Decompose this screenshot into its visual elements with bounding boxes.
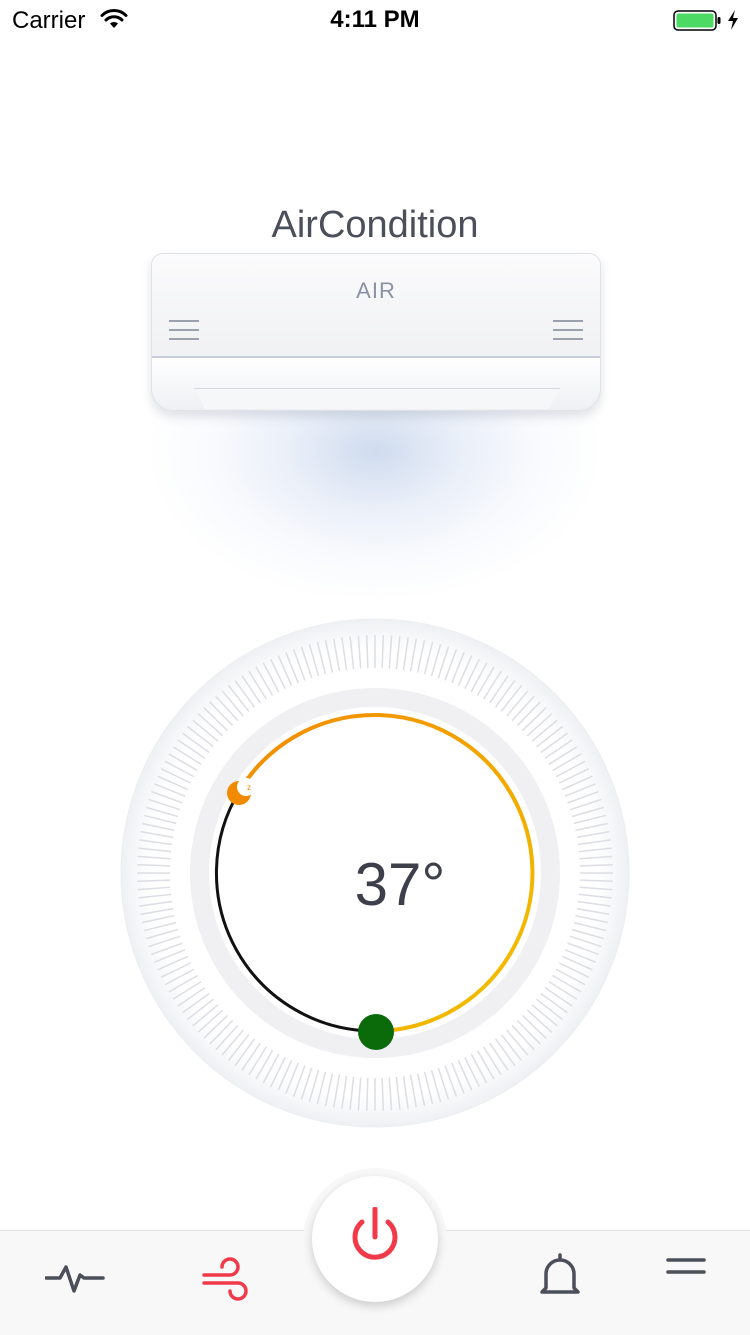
power-icon (352, 1207, 398, 1260)
power-button[interactable] (312, 1176, 438, 1302)
clock: 4:11 PM (330, 6, 420, 33)
temperature-readout: 37° (354, 851, 446, 918)
tab-menu-icon[interactable] (656, 1250, 716, 1310)
dial-knob[interactable] (358, 1014, 394, 1050)
tab-wind-icon[interactable] (200, 1250, 260, 1310)
charging-icon (728, 10, 738, 30)
unit-vent (194, 388, 560, 409)
page-title: AirCondition (271, 204, 479, 246)
device-label: AIR (356, 278, 396, 303)
battery-icon (673, 10, 721, 31)
svg-text:z: z (247, 783, 251, 792)
unit-grille-left-icon (169, 320, 199, 342)
status-bar: Carrier 4:11 PM (0, 0, 750, 40)
unit-grille-right-icon (553, 320, 583, 342)
tab-pulse-icon[interactable] (45, 1250, 105, 1310)
tab-bell-icon[interactable] (530, 1250, 590, 1310)
air-conditioner-illustration: AIR (151, 253, 601, 411)
